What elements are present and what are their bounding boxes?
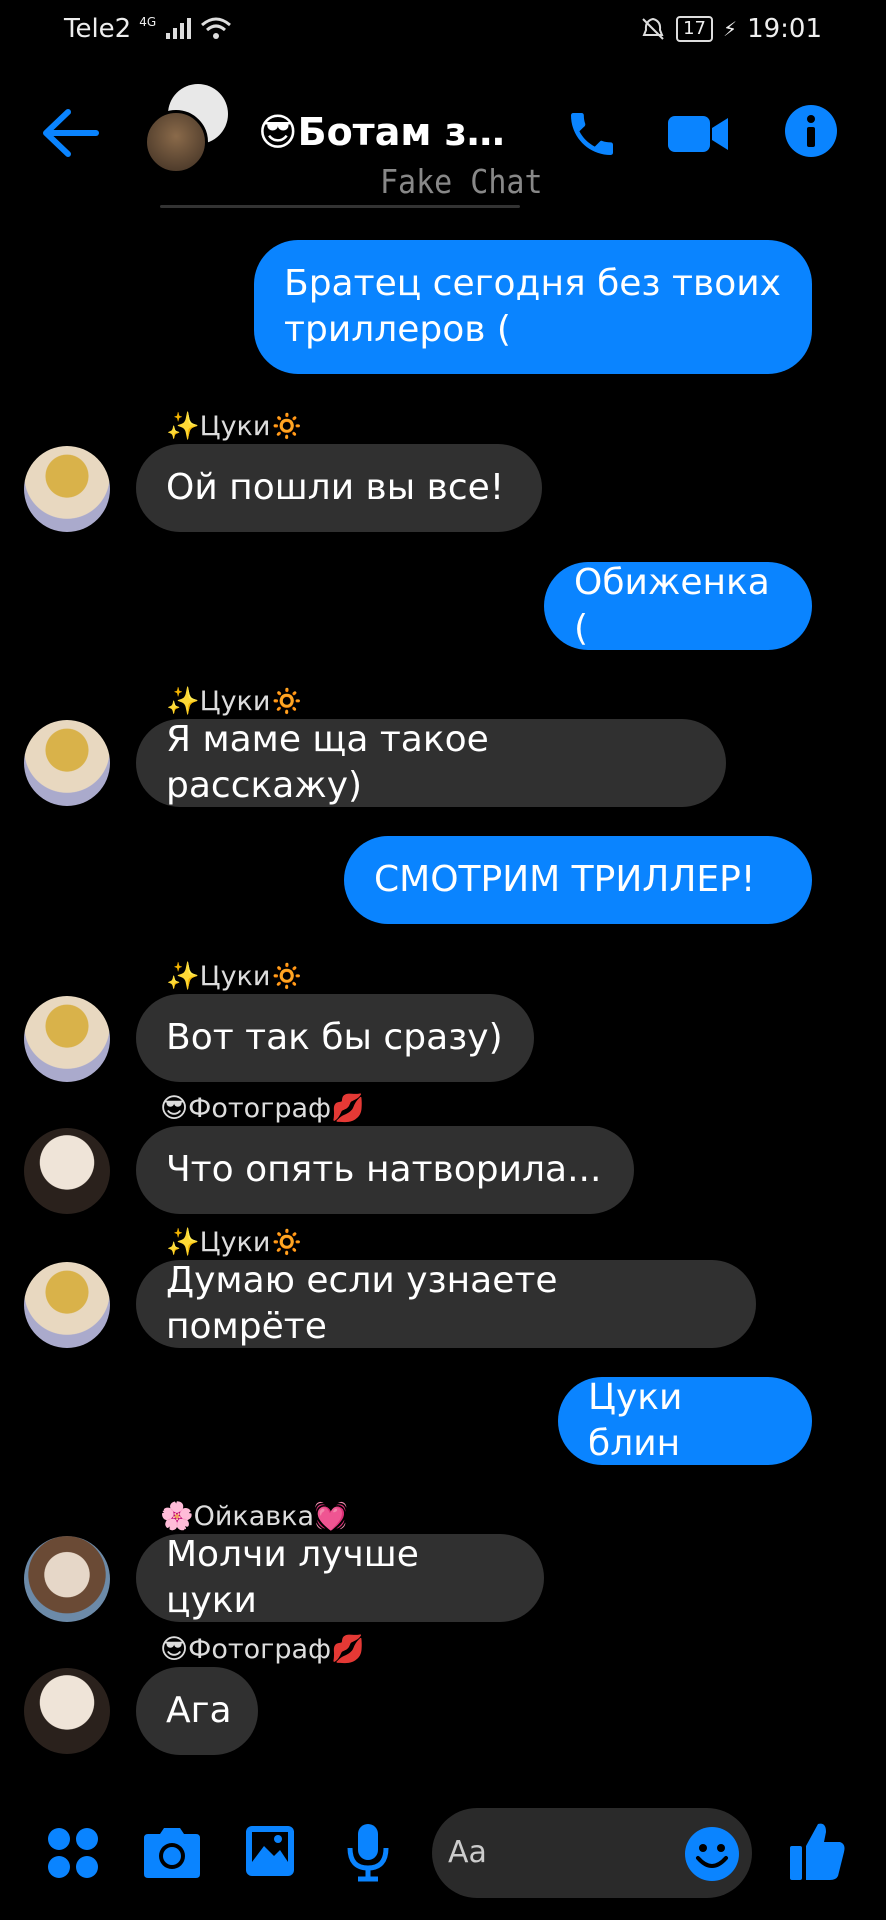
microphone-icon[interactable] xyxy=(344,1822,392,1882)
message-input-placeholder: Aa xyxy=(448,1835,487,1870)
incoming-message[interactable]: Что опять натворила... xyxy=(136,1126,634,1214)
camera-icon[interactable] xyxy=(142,1826,202,1880)
avatar-photographer[interactable] xyxy=(24,1668,110,1754)
avatar-photographer[interactable] xyxy=(24,1128,110,1214)
outgoing-message[interactable]: Цуки блин xyxy=(558,1377,812,1465)
sender-name: 😎Фотограф💋 xyxy=(160,1093,365,1124)
gallery-icon[interactable] xyxy=(244,1824,296,1878)
incoming-message[interactable]: Ой пошли вы все! xyxy=(136,444,542,532)
message-text: Я маме ща такое расскажу) xyxy=(166,719,489,806)
group-avatar-front xyxy=(144,110,208,174)
info-icon[interactable] xyxy=(784,104,838,158)
wifi-icon xyxy=(201,17,232,39)
outgoing-message[interactable]: Братец сегодня без твоих триллеров ( xyxy=(254,240,812,374)
sender-name: ✨Цуки🔅 xyxy=(166,961,305,992)
chat-title[interactable]: 😎Ботам зде… xyxy=(258,110,528,154)
incoming-message[interactable]: Ага xyxy=(136,1667,258,1755)
mute-bell-icon xyxy=(642,17,664,40)
watermark: Fake Chat xyxy=(380,163,543,202)
like-thumb-icon[interactable] xyxy=(788,1820,846,1884)
group-avatar[interactable] xyxy=(144,82,244,174)
avatar-tsuki[interactable] xyxy=(24,996,110,1082)
message-text: Ага xyxy=(166,1690,232,1731)
video-call-icon[interactable] xyxy=(666,112,730,156)
message-text: Цуки блин xyxy=(588,1377,683,1464)
avatar-oikawa[interactable] xyxy=(24,1536,110,1622)
emoji-icon[interactable] xyxy=(684,1826,740,1882)
phone-icon[interactable] xyxy=(564,106,620,162)
message-text: Вот так бы сразу) xyxy=(166,1017,503,1058)
message-text: Думаю если узнаете помрёте xyxy=(166,1260,558,1347)
charging-icon: ⚡ xyxy=(723,17,738,41)
sender-name: ✨Цуки🔅 xyxy=(166,686,305,717)
incoming-message[interactable]: Вот так бы сразу) xyxy=(136,994,534,1082)
header-divider xyxy=(160,205,520,208)
sender-name: 🌸Ойкавка💓 xyxy=(160,1501,348,1532)
sender-name: ✨Цуки🔅 xyxy=(166,411,305,442)
status-bar: Tele2 4G 17 ⚡ 19:01 xyxy=(0,0,886,60)
outgoing-message[interactable]: СМОТРИМ ТРИЛЛЕР! xyxy=(344,836,812,924)
battery-indicator: 17 xyxy=(676,16,714,42)
message-text: СМОТРИМ ТРИЛЛЕР! xyxy=(374,859,756,900)
message-text: Что опять натворила... xyxy=(166,1149,602,1190)
carrier-label: Tele2 xyxy=(64,14,132,44)
clock: 19:01 xyxy=(747,14,822,44)
network-label: 4G xyxy=(139,15,157,29)
message-text: Молчи лучше цуки xyxy=(166,1534,419,1621)
sender-name: 😎Фотограф💋 xyxy=(160,1634,365,1665)
avatar-tsuki[interactable] xyxy=(24,446,110,532)
avatar-tsuki[interactable] xyxy=(24,1262,110,1348)
avatar-tsuki[interactable] xyxy=(24,720,110,806)
message-text: Обиженка ( xyxy=(574,562,770,649)
message-text: Братец сегодня без твоих триллеров ( xyxy=(284,263,781,350)
sender-name: ✨Цуки🔅 xyxy=(166,1227,305,1258)
incoming-message[interactable]: Я маме ща такое расскажу) xyxy=(136,719,726,807)
incoming-message[interactable]: Думаю если узнаете помрёте xyxy=(136,1260,756,1348)
back-arrow-icon[interactable] xyxy=(40,108,100,158)
incoming-message[interactable]: Молчи лучше цуки xyxy=(136,1534,544,1622)
signal-icon xyxy=(166,18,192,39)
message-text: Ой пошли вы все! xyxy=(166,467,505,508)
outgoing-message[interactable]: Обиженка ( xyxy=(544,562,812,650)
more-apps-icon[interactable] xyxy=(46,1826,100,1880)
